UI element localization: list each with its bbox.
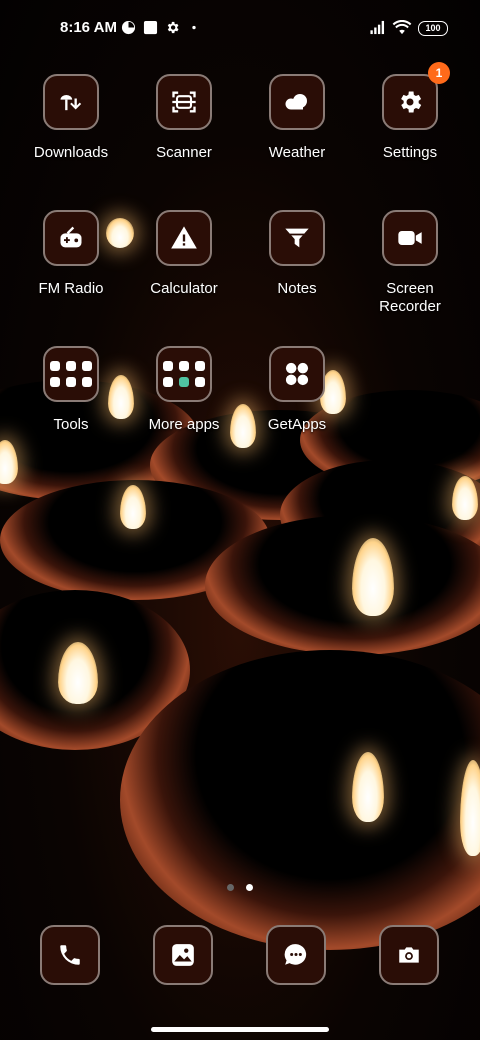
app-label: FM Radio <box>38 280 104 297</box>
weather-icon <box>285 94 307 110</box>
dock-gallery[interactable] <box>153 925 213 985</box>
dock-messages[interactable] <box>266 925 326 985</box>
downloads-tile[interactable] <box>43 74 99 130</box>
app-screen-recorder[interactable]: Screen Recorder <box>354 210 466 316</box>
dock <box>0 925 480 987</box>
lamp-decoration <box>205 515 480 655</box>
app-label: Downloads <box>33 144 109 161</box>
phone-icon <box>60 945 80 965</box>
status-time: 8:16 AM <box>60 19 117 36</box>
fm-radio-tile[interactable] <box>43 210 99 266</box>
dock-camera[interactable] <box>379 925 439 985</box>
page-dot[interactable] <box>227 884 234 891</box>
dot-icon <box>190 20 204 34</box>
video-camera-icon <box>398 231 422 245</box>
wifi-icon <box>392 19 412 35</box>
app-scanner[interactable]: Scanner <box>128 74 240 162</box>
app-weather[interactable]: Weather <box>241 74 353 162</box>
tools-folder-tile[interactable] <box>43 346 99 402</box>
app-label: Screen Recorder <box>379 280 441 315</box>
status-bar: 8:16 AM 100 <box>0 0 480 56</box>
folder-icon <box>50 361 92 387</box>
app-label: Tools <box>53 416 89 433</box>
settings-tile[interactable]: 1 <box>382 62 450 130</box>
weather-tile[interactable] <box>269 74 325 130</box>
app-label: More apps <box>148 416 220 433</box>
more-apps-folder-tile[interactable] <box>156 346 212 402</box>
warning-icon <box>171 226 197 249</box>
camera-icon <box>399 947 419 963</box>
four-dots-icon <box>285 362 309 386</box>
app-getapps[interactable]: GetApps <box>241 346 353 434</box>
app-label: GetApps <box>267 416 327 433</box>
app-label: Scanner <box>156 144 212 161</box>
calculator-tile[interactable] <box>156 210 212 266</box>
app-settings[interactable]: 1 Settings <box>354 62 466 162</box>
app-folder-more-apps[interactable]: More apps <box>128 346 240 434</box>
gallery-icon <box>172 944 194 966</box>
page-dot-active[interactable] <box>246 884 253 891</box>
gear-icon <box>401 91 422 113</box>
data-saver-icon <box>121 20 136 35</box>
app-notes[interactable]: Notes <box>241 210 353 298</box>
app-label: Notes <box>277 280 317 297</box>
battery-icon: 100 <box>418 21 448 36</box>
app-calculator[interactable]: Calculator <box>128 210 240 298</box>
getapps-tile[interactable] <box>269 346 325 402</box>
radio-icon <box>60 226 82 248</box>
screen-recorder-tile[interactable] <box>382 210 438 266</box>
notification-badge: 1 <box>428 62 450 84</box>
scanner-icon <box>172 91 196 113</box>
gear-icon <box>165 20 179 34</box>
app-label: Calculator <box>150 280 218 297</box>
gesture-home-bar[interactable] <box>151 1027 329 1032</box>
signal-icon <box>369 20 385 35</box>
folder-icon <box>163 361 205 387</box>
scanner-tile[interactable] <box>156 74 212 130</box>
notification-square-icon <box>143 20 158 35</box>
downloads-icon <box>60 95 82 111</box>
messages-icon <box>284 944 307 965</box>
app-label: Weather <box>268 144 326 161</box>
app-folder-tools[interactable]: Tools <box>15 346 127 434</box>
funnel-icon <box>285 228 309 248</box>
notes-tile[interactable] <box>269 210 325 266</box>
app-downloads[interactable]: Downloads <box>15 74 127 162</box>
dock-phone[interactable] <box>40 925 100 985</box>
app-label: Settings <box>382 144 438 161</box>
app-fm-radio[interactable]: FM Radio <box>15 210 127 298</box>
page-indicator[interactable] <box>0 878 480 896</box>
